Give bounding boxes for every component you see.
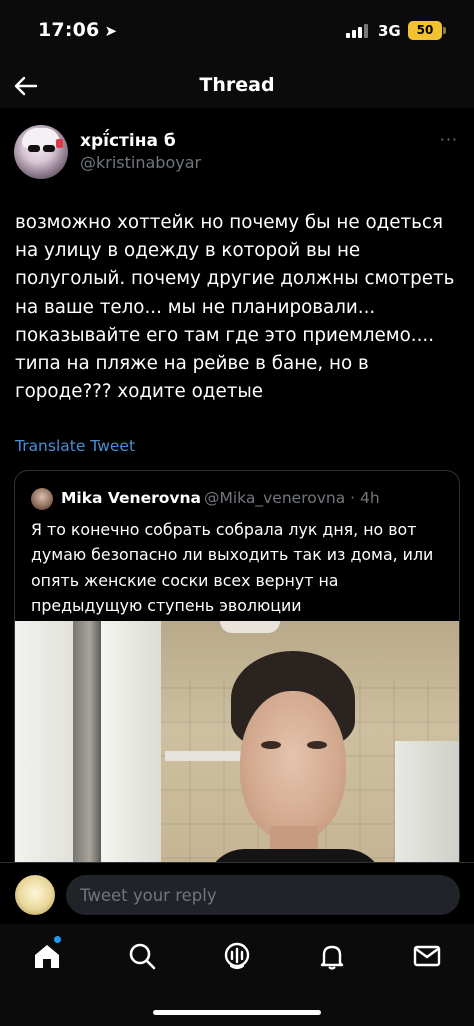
battery-level: 50 (416, 23, 434, 37)
quote-author-name: Mika Venerovna (61, 489, 201, 507)
home-notification-dot (54, 936, 61, 943)
messages-icon (413, 945, 441, 967)
quote-author-avatar (31, 488, 53, 510)
thread-header: Thread (0, 64, 474, 108)
author-handle[interactable]: @kristinaboyar (80, 153, 201, 172)
home-indicator[interactable] (153, 1010, 321, 1015)
quote-author-handle: @Mika_venerovna · 4h (204, 489, 380, 507)
page-title: Thread (199, 74, 275, 96)
location-icon: ➤ (104, 22, 118, 40)
network-type: 3G (378, 22, 401, 40)
nav-notifications[interactable] (314, 938, 350, 974)
tweet-text: возможно хоттейк но почему бы не одеться… (15, 212, 455, 403)
clock-text: 17:06 (38, 19, 100, 41)
nav-messages[interactable] (409, 938, 445, 974)
author-avatar[interactable] (14, 125, 68, 179)
translate-tweet-link[interactable]: Translate Tweet (15, 437, 135, 455)
bottom-nav (0, 924, 474, 1026)
reply-bar (0, 862, 474, 924)
signal-icon (346, 24, 368, 38)
author-name[interactable]: хрї́стіна б (80, 131, 176, 151)
status-time: 17:06 ➤ (38, 19, 117, 41)
status-bar: 17:06 ➤ 3G 50 (0, 0, 474, 64)
notifications-icon (320, 945, 344, 970)
home-icon (35, 945, 59, 968)
quoted-tweet[interactable]: Mika Venerovna @Mika_venerovna · 4h Я то… (14, 470, 460, 890)
nav-spaces[interactable] (219, 938, 255, 974)
reply-input[interactable] (66, 875, 460, 915)
battery-icon: 50 (408, 21, 446, 40)
nav-home[interactable] (29, 938, 65, 974)
quote-text: Я то конечно собрать собрала лук дня, но… (31, 520, 434, 615)
user-avatar[interactable] (15, 875, 55, 915)
more-options-icon[interactable]: ··· (440, 130, 458, 149)
nav-search[interactable] (124, 938, 160, 974)
spaces-icon (224, 942, 250, 970)
search-icon (129, 943, 156, 970)
quote-photo[interactable] (15, 621, 459, 889)
